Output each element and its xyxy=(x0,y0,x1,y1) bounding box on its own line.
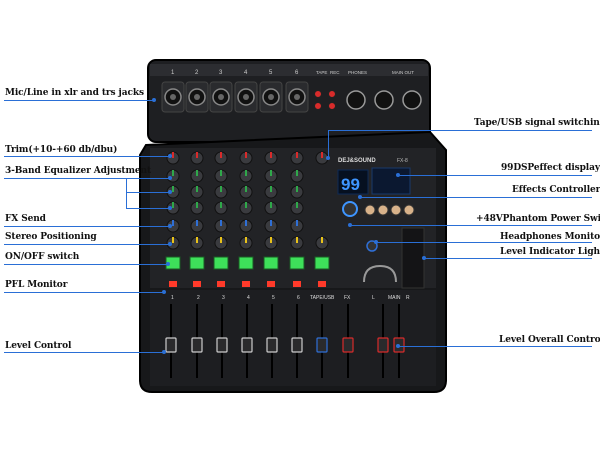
trs-jack[interactable] xyxy=(268,94,274,100)
pfl-button[interactable] xyxy=(293,281,301,287)
on-off-button[interactable] xyxy=(314,256,330,270)
main-out-left-jack[interactable] xyxy=(374,90,394,110)
callout-mic-line-jacks: Mic/Line in xlr and trs jacks xyxy=(5,88,144,98)
rca-jack[interactable] xyxy=(314,102,322,110)
main-out-right-jack[interactable] xyxy=(402,90,422,110)
trs-jack[interactable] xyxy=(243,94,249,100)
effects-controller-knob[interactable] xyxy=(342,201,358,217)
callout-phantom-power: +48VPhantom Power Switch xyxy=(476,214,600,224)
effect-param-knob[interactable] xyxy=(390,204,402,216)
level-meter xyxy=(401,227,425,289)
lcd-panel xyxy=(371,167,411,195)
effect-param-knob[interactable] xyxy=(364,204,376,216)
on-off-button[interactable] xyxy=(238,256,254,270)
fader-cap[interactable] xyxy=(216,337,228,353)
callout-pfl-monitor: PFL Monitor xyxy=(5,280,68,290)
on-off-button[interactable] xyxy=(289,256,305,270)
on-off-button[interactable] xyxy=(213,256,229,270)
on-off-button[interactable] xyxy=(189,256,205,270)
fader-cap[interactable] xyxy=(266,337,278,353)
rear-section-label: MAIN OUT xyxy=(392,70,414,75)
rear-section-label: REC xyxy=(330,70,340,75)
model-name: FX-8 xyxy=(397,158,408,164)
effect-display-value: 99 xyxy=(341,175,360,194)
fader-cap[interactable] xyxy=(342,337,354,353)
rca-jack[interactable] xyxy=(328,90,336,98)
callout-trim: Trim(+10-+60 db/dbu) xyxy=(5,145,118,155)
fader-label: 3 xyxy=(222,295,225,301)
pfl-button[interactable] xyxy=(169,281,177,287)
callout-stereo-positioning: Stereo Positioning xyxy=(5,232,97,242)
fader-label: MAIN xyxy=(388,295,401,301)
rca-jack[interactable] xyxy=(328,102,336,110)
pfl-button[interactable] xyxy=(217,281,225,287)
fader-cap[interactable] xyxy=(316,337,328,353)
callout-dsp-display: 99DSPeffect display xyxy=(501,163,600,173)
callout-equalizer: 3-Band Equalizer Adjustment xyxy=(5,166,152,176)
fader-label: R xyxy=(406,295,410,301)
fader-label: 4 xyxy=(247,295,250,301)
effect-param-knob[interactable] xyxy=(403,204,415,216)
fader-label: L xyxy=(372,295,375,301)
pfl-button[interactable] xyxy=(242,281,250,287)
callout-level-indicator: Level Indicator Light xyxy=(500,247,600,257)
rear-section-label: TAPE xyxy=(316,70,327,75)
fader-cap[interactable] xyxy=(241,337,253,353)
fader-label: 1 xyxy=(171,295,174,301)
trs-jack[interactable] xyxy=(218,94,224,100)
phones-jack[interactable] xyxy=(346,90,366,110)
pfl-button[interactable] xyxy=(318,281,326,287)
fader-cap[interactable] xyxy=(291,337,303,353)
callout-headphones-monitor: Headphones Monitor xyxy=(500,232,600,242)
callout-level-overall-control: Level Overall Control xyxy=(499,335,600,345)
on-off-button[interactable] xyxy=(263,256,279,270)
callout-level-control: Level Control xyxy=(5,341,72,351)
callout-on-off-switch: ON/OFF switch xyxy=(5,252,80,262)
fader-label: TAPE/USB xyxy=(310,295,335,301)
callout-tape-usb-switching: Tape/USB signal switching xyxy=(474,118,600,128)
fader-label: 2 xyxy=(197,295,200,301)
fader-label: FX xyxy=(344,295,351,301)
callout-fx-send: FX Send xyxy=(5,214,46,224)
effect-param-knob[interactable] xyxy=(377,204,389,216)
fader-cap[interactable] xyxy=(377,337,389,353)
trs-jack[interactable] xyxy=(294,94,300,100)
pfl-button[interactable] xyxy=(193,281,201,287)
brand-name: DEJ&SOUND xyxy=(338,158,376,164)
trs-jack[interactable] xyxy=(170,94,176,100)
fader-label: 6 xyxy=(297,295,300,301)
pfl-button[interactable] xyxy=(267,281,275,287)
rca-jack[interactable] xyxy=(314,90,322,98)
callout-effects-controller: Effects Controller xyxy=(512,185,600,195)
fader-cap[interactable] xyxy=(191,337,203,353)
fader-cap[interactable] xyxy=(165,337,177,353)
trs-jack[interactable] xyxy=(194,94,200,100)
fader-label: 5 xyxy=(272,295,275,301)
rear-section-label: PHONES xyxy=(348,70,367,75)
